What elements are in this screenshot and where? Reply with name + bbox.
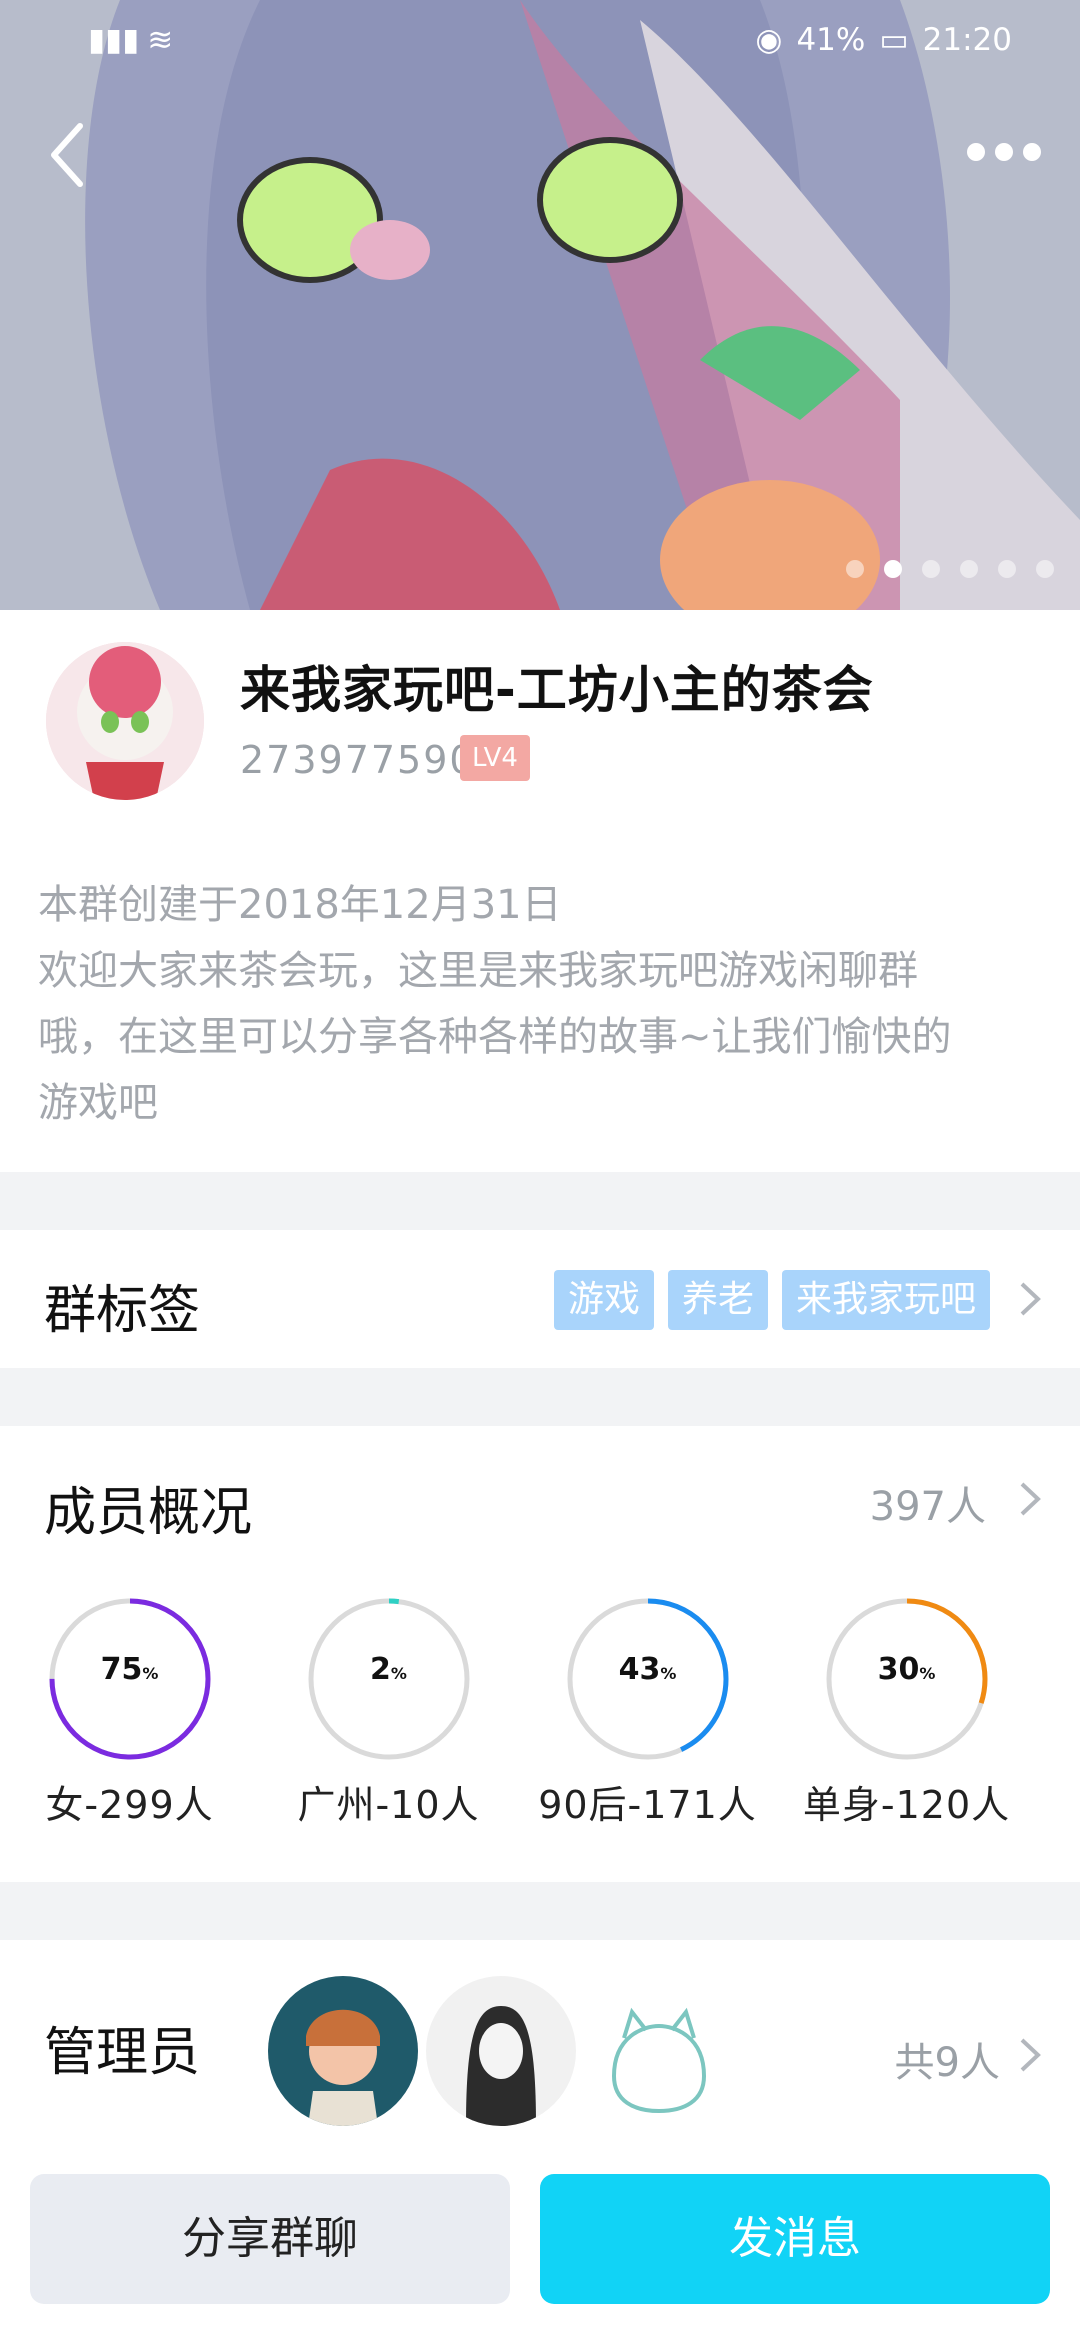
stat-percent: 75% — [100, 1652, 159, 1687]
group-avatar[interactable] — [46, 642, 204, 800]
level-badge: LV4 — [460, 735, 530, 781]
group-id: 273977590 — [240, 738, 476, 782]
stat-percent: 30% — [877, 1652, 936, 1687]
admin-avatar-image — [426, 1976, 576, 2126]
admin-avatar-image — [268, 1976, 418, 2126]
stat-percent: 2% — [370, 1652, 407, 1687]
group-description: 本群创建于2018年12月31日 欢迎大家来茶会玩，这里是来我家玩吧游戏闲聊群 … — [38, 872, 1048, 1136]
more-dots-icon[interactable] — [966, 140, 1042, 164]
carousel-dot[interactable] — [1036, 560, 1054, 578]
admin-avatar[interactable] — [584, 1976, 734, 2126]
member-overview[interactable]: 成员概况 397人 75% 女-299人 2% 广州-10人 43% 90后-171人 30… — [0, 1426, 1080, 1882]
admin-count: 共9人 — [894, 2040, 1000, 2086]
tag: 来我家玩吧 — [781, 1270, 990, 1330]
tag-list: 游戏 养老 来我家玩吧 — [553, 1270, 990, 1330]
hero-image — [0, 0, 1080, 610]
stat-percent: 43% — [618, 1652, 677, 1687]
stat-label: 女-299人 — [45, 1783, 214, 1827]
admin-avatar-list — [268, 1976, 734, 2126]
members-title: 成员概况 — [44, 1483, 253, 1543]
hero-banner[interactable]: ▮▮▮ ≋ ◉ 41% ▭ 21:20 — [0, 0, 1080, 610]
signal-icon: ▮▮▮ — [88, 22, 140, 58]
group-tags-row[interactable]: 群标签 游戏 养老 来我家玩吧 — [0, 1230, 1080, 1368]
member-stat: 75% 女-299人 — [0, 1594, 259, 1854]
description-line: 欢迎大家来茶会玩，这里是来我家玩吧游戏闲聊群 — [38, 948, 918, 994]
carousel-indicator — [846, 560, 1054, 578]
stat-label: 广州-10人 — [297, 1783, 480, 1827]
description-line: 游戏吧 — [38, 1080, 158, 1126]
chevron-right-icon — [1020, 1482, 1041, 1516]
clock: 21:20 — [922, 22, 1012, 58]
admins-row[interactable]: 管理员 共9人 — [0, 1940, 1080, 2180]
back-chevron-icon[interactable] — [44, 120, 90, 190]
stat-label: 90后-171人 — [538, 1783, 757, 1827]
description-line: 哦，在这里可以分享各种各样的故事~让我们愉快的 — [38, 1014, 952, 1060]
bottom-action-bar: 分享群聊 发消息 — [0, 2150, 1080, 2340]
tag: 养老 — [667, 1270, 768, 1330]
share-group-button[interactable]: 分享群聊 — [30, 2174, 510, 2304]
battery-percent: 41% — [796, 22, 866, 58]
wifi-icon: ≋ — [147, 22, 174, 58]
chevron-right-icon — [1020, 1282, 1041, 1316]
group-avatar-image — [46, 642, 204, 800]
member-count: 397人 — [869, 1484, 986, 1530]
tags-title: 群标签 — [44, 1281, 201, 1341]
member-stat: 43% 90后-171人 — [518, 1594, 777, 1854]
group-info: 来我家玩吧-工坊小主的茶会 273977590 LV4 本群创建于2018年12… — [0, 610, 1080, 1172]
admins-title: 管理员 — [44, 2023, 201, 2083]
eye-icon: ◉ — [755, 22, 783, 58]
admin-avatar-image — [584, 1976, 734, 2126]
status-bar: ▮▮▮ ≋ ◉ 41% ▭ 21:20 — [0, 0, 1080, 84]
member-stat: 30% 单身-120人 — [777, 1594, 1036, 1854]
admin-avatar[interactable] — [268, 1976, 418, 2126]
chevron-right-icon — [1020, 2038, 1041, 2072]
stat-label: 单身-120人 — [802, 1783, 1011, 1827]
send-message-button[interactable]: 发消息 — [540, 2174, 1050, 2304]
member-stats: 75% 女-299人 2% 广州-10人 43% 90后-171人 30% 单身-120人 — [0, 1594, 1080, 1854]
battery-icon: ▭ — [879, 22, 909, 58]
admin-avatar[interactable] — [426, 1976, 576, 2126]
description-line: 本群创建于2018年12月31日 — [38, 882, 562, 928]
carousel-dot[interactable] — [922, 560, 940, 578]
carousel-dot[interactable] — [846, 560, 864, 578]
group-name: 来我家玩吧-工坊小主的茶会 — [240, 661, 874, 719]
carousel-dot-active[interactable] — [884, 560, 902, 578]
carousel-dot[interactable] — [960, 560, 978, 578]
member-stat: 2% 广州-10人 — [259, 1594, 518, 1854]
tag: 游戏 — [553, 1270, 654, 1330]
carousel-dot[interactable] — [998, 560, 1016, 578]
